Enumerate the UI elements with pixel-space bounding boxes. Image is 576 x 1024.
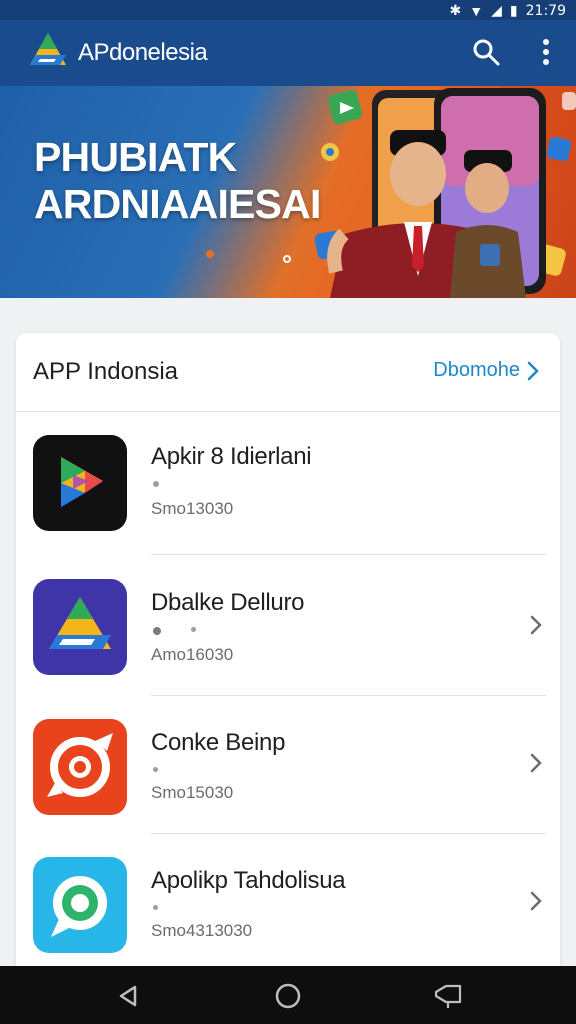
drive-triangle-icon	[33, 579, 127, 675]
bluetooth-icon: ✱	[449, 2, 462, 18]
app-name: Apolikp Tahdolisua	[151, 867, 346, 894]
chevron-right-icon	[530, 891, 542, 911]
app-list-item[interactable]: Apolikp Tahdolisua Smo4313030	[16, 833, 560, 973]
banner-headline: PHUBIATK ARDNIAAIESAI	[34, 134, 321, 228]
overflow-menu-button[interactable]	[528, 34, 564, 70]
signal-icon: ◢	[491, 2, 502, 18]
nav-back-button[interactable]	[112, 980, 144, 1012]
wifi-icon: ▼	[469, 2, 484, 19]
app-name: Dbalke Delluro	[151, 589, 305, 616]
system-nav-bar	[0, 966, 576, 1024]
app-title: APdonelesia	[78, 39, 208, 66]
app-meta: Amo16030	[151, 645, 234, 664]
status-time: 21:79	[525, 2, 566, 19]
app-meta: Smo15030	[151, 783, 234, 802]
banner-ring	[283, 255, 291, 263]
battery-icon: ▮	[509, 2, 518, 18]
chevron-right-icon	[530, 753, 542, 773]
search-icon	[473, 39, 500, 66]
app-list-item[interactable]: Apkir 8 Idierlani Smo13030	[16, 411, 560, 555]
more-vert-icon	[543, 39, 549, 65]
nav-recents-button[interactable]	[432, 980, 464, 1012]
see-all-link[interactable]: Dbomohe	[433, 359, 540, 382]
chat-bubble-icon	[33, 857, 127, 953]
banner-illustration	[300, 86, 576, 298]
app-list-card: APP Indonsia Dbomohe Apkir 8 Idierlani S…	[16, 333, 560, 973]
app-name: Conke Beinp	[151, 729, 286, 756]
banner-line-1: PHUBIATK	[34, 134, 237, 180]
search-button[interactable]	[468, 34, 504, 70]
app-list-item[interactable]: Dbalke Delluro Amo16030	[16, 555, 560, 696]
back-icon	[119, 985, 137, 1007]
app-meta: Smo13030	[151, 499, 234, 518]
section-title: APP Indonsia	[33, 358, 178, 385]
home-icon	[275, 983, 301, 1009]
app-bar: APdonelesia	[0, 20, 576, 86]
chevron-right-icon	[530, 615, 542, 635]
app-logo-icon	[30, 33, 66, 65]
banner-dot	[206, 250, 214, 258]
app-list-item[interactable]: Conke Beinp Smo15030	[16, 695, 560, 835]
recents-icon	[434, 984, 462, 1008]
app-name: Apkir 8 Idierlani	[151, 443, 312, 470]
promo-banner[interactable]: PHUBIATK ARDNIAAIESAI	[0, 86, 576, 298]
chevron-right-icon	[527, 361, 539, 380]
banner-line-2: ARDNIAAIESAI	[34, 181, 321, 227]
status-icons: ✱ ▼ ◢ ▮ 21:79	[450, 2, 566, 19]
colorful-play-icon	[33, 435, 127, 531]
nav-home-button[interactable]	[272, 980, 304, 1012]
see-all-label: Dbomohe	[433, 359, 520, 381]
status-bar: ✱ ▼ ◢ ▮ 21:79	[0, 0, 576, 20]
app-meta: Smo4313030	[151, 921, 253, 940]
target-arrow-icon	[33, 719, 127, 815]
card-header: APP Indonsia Dbomohe	[16, 333, 560, 412]
